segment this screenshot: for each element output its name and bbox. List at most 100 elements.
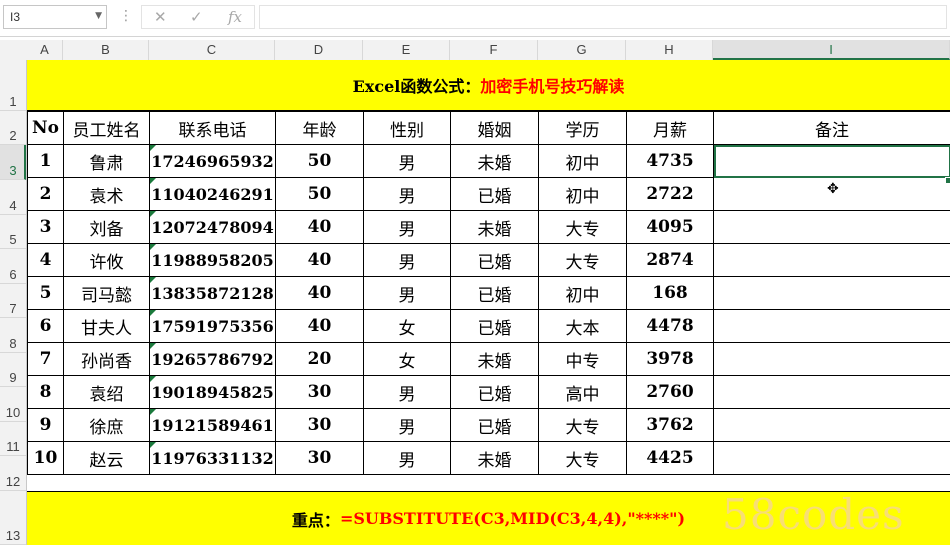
remark-cell[interactable] [713, 342, 950, 376]
phone-cell[interactable]: 17591975356 [149, 309, 276, 343]
marital-cell[interactable]: 已婚 [450, 177, 539, 211]
marital-cell[interactable]: 已婚 [450, 309, 539, 343]
age-cell[interactable]: 40 [275, 309, 364, 343]
header-cell[interactable]: 婚姻 [450, 111, 539, 145]
gender-cell[interactable]: 男 [363, 441, 451, 475]
salary-cell[interactable]: 4478 [626, 309, 714, 343]
marital-cell[interactable]: 未婚 [450, 144, 539, 178]
salary-cell[interactable]: 2722 [626, 177, 714, 211]
column-header-i[interactable]: I [713, 40, 950, 60]
phone-cell[interactable]: 17246965932 [149, 144, 276, 178]
header-cell[interactable]: No [27, 111, 64, 145]
marital-cell[interactable]: 已婚 [450, 243, 539, 277]
salary-cell[interactable]: 2874 [626, 243, 714, 277]
no-cell[interactable]: 3 [27, 210, 64, 244]
name-cell[interactable]: 赵云 [63, 441, 150, 475]
formula-input[interactable] [259, 5, 947, 29]
header-cell[interactable]: 性别 [363, 111, 451, 145]
marital-cell[interactable]: 未婚 [450, 210, 539, 244]
row-header-13[interactable]: 13 [0, 491, 26, 545]
phone-cell[interactable]: 19265786792 [149, 342, 276, 376]
name-cell[interactable]: 袁术 [63, 177, 150, 211]
more-dots-icon[interactable]: ⋮ [119, 7, 133, 25]
phone-cell[interactable]: 11040246291 [149, 177, 276, 211]
chevron-down-icon[interactable]: ▼ [95, 11, 102, 21]
no-cell[interactable]: 4 [27, 243, 64, 277]
no-cell[interactable]: 10 [27, 441, 64, 475]
name-cell[interactable]: 袁绍 [63, 375, 150, 409]
education-cell[interactable]: 大本 [538, 309, 627, 343]
remark-cell[interactable] [713, 243, 950, 277]
phone-cell[interactable]: 19121589461 [149, 408, 276, 442]
no-cell[interactable]: 9 [27, 408, 64, 442]
column-header-g[interactable]: G [538, 40, 626, 60]
salary-cell[interactable]: 4735 [626, 144, 714, 178]
education-cell[interactable]: 中专 [538, 342, 627, 376]
row-header-3[interactable]: 3 [0, 145, 26, 180]
column-header-h[interactable]: H [626, 40, 713, 60]
remark-cell[interactable] [713, 144, 950, 178]
gender-cell[interactable]: 女 [363, 342, 451, 376]
no-cell[interactable]: 6 [27, 309, 64, 343]
name-cell[interactable]: 刘备 [63, 210, 150, 244]
remark-cell[interactable] [713, 309, 950, 343]
education-cell[interactable]: 高中 [538, 375, 627, 409]
row-header-4[interactable]: 4 [0, 180, 26, 215]
phone-cell[interactable]: 19018945825 [149, 375, 276, 409]
phone-cell[interactable]: 13835872128 [149, 276, 276, 310]
education-cell[interactable]: 大专 [538, 441, 627, 475]
age-cell[interactable]: 50 [275, 144, 364, 178]
row-header-2[interactable]: 2 [0, 111, 26, 145]
phone-cell[interactable]: 12072478094 [149, 210, 276, 244]
header-cell[interactable]: 员工姓名 [63, 111, 150, 145]
insert-function-icon[interactable]: fx [228, 8, 242, 26]
marital-cell[interactable]: 未婚 [450, 441, 539, 475]
gender-cell[interactable]: 男 [363, 375, 451, 409]
age-cell[interactable]: 30 [275, 408, 364, 442]
fill-handle[interactable] [945, 177, 950, 184]
no-cell[interactable]: 7 [27, 342, 64, 376]
education-cell[interactable]: 大专 [538, 243, 627, 277]
no-cell[interactable]: 1 [27, 144, 64, 178]
row-header-6[interactable]: 6 [0, 249, 26, 284]
header-cell[interactable]: 学历 [538, 111, 627, 145]
header-cell[interactable]: 联系电话 [149, 111, 276, 145]
age-cell[interactable]: 20 [275, 342, 364, 376]
header-cell[interactable]: 年龄 [275, 111, 364, 145]
salary-cell[interactable]: 3762 [626, 408, 714, 442]
column-header-e[interactable]: E [363, 40, 450, 60]
age-cell[interactable]: 30 [275, 375, 364, 409]
column-header-a[interactable]: A [27, 40, 63, 60]
age-cell[interactable]: 40 [275, 210, 364, 244]
row-header-11[interactable]: 11 [0, 422, 26, 456]
row-header-1[interactable]: 1 [0, 60, 26, 111]
row-header-9[interactable]: 9 [0, 353, 26, 387]
education-cell[interactable]: 大专 [538, 210, 627, 244]
education-cell[interactable]: 大专 [538, 408, 627, 442]
row-header-5[interactable]: 5 [0, 215, 26, 249]
marital-cell[interactable]: 已婚 [450, 375, 539, 409]
remark-cell[interactable] [713, 408, 950, 442]
age-cell[interactable]: 30 [275, 441, 364, 475]
age-cell[interactable]: 40 [275, 243, 364, 277]
marital-cell[interactable]: 已婚 [450, 408, 539, 442]
remark-cell[interactable] [713, 276, 950, 310]
gender-cell[interactable]: 男 [363, 243, 451, 277]
marital-cell[interactable]: 未婚 [450, 342, 539, 376]
salary-cell[interactable]: 4425 [626, 441, 714, 475]
row-header-8[interactable]: 8 [0, 318, 26, 353]
remark-cell[interactable] [713, 210, 950, 244]
gender-cell[interactable]: 女 [363, 309, 451, 343]
name-cell[interactable]: 徐庶 [63, 408, 150, 442]
column-header-c[interactable]: C [149, 40, 275, 60]
gender-cell[interactable]: 男 [363, 177, 451, 211]
salary-cell[interactable]: 4095 [626, 210, 714, 244]
row-header-7[interactable]: 7 [0, 284, 26, 318]
no-cell[interactable]: 8 [27, 375, 64, 409]
salary-cell[interactable]: 3978 [626, 342, 714, 376]
education-cell[interactable]: 初中 [538, 276, 627, 310]
name-cell[interactable]: 孙尚香 [63, 342, 150, 376]
age-cell[interactable]: 50 [275, 177, 364, 211]
salary-cell[interactable]: 168 [626, 276, 714, 310]
remark-cell[interactable] [713, 441, 950, 475]
